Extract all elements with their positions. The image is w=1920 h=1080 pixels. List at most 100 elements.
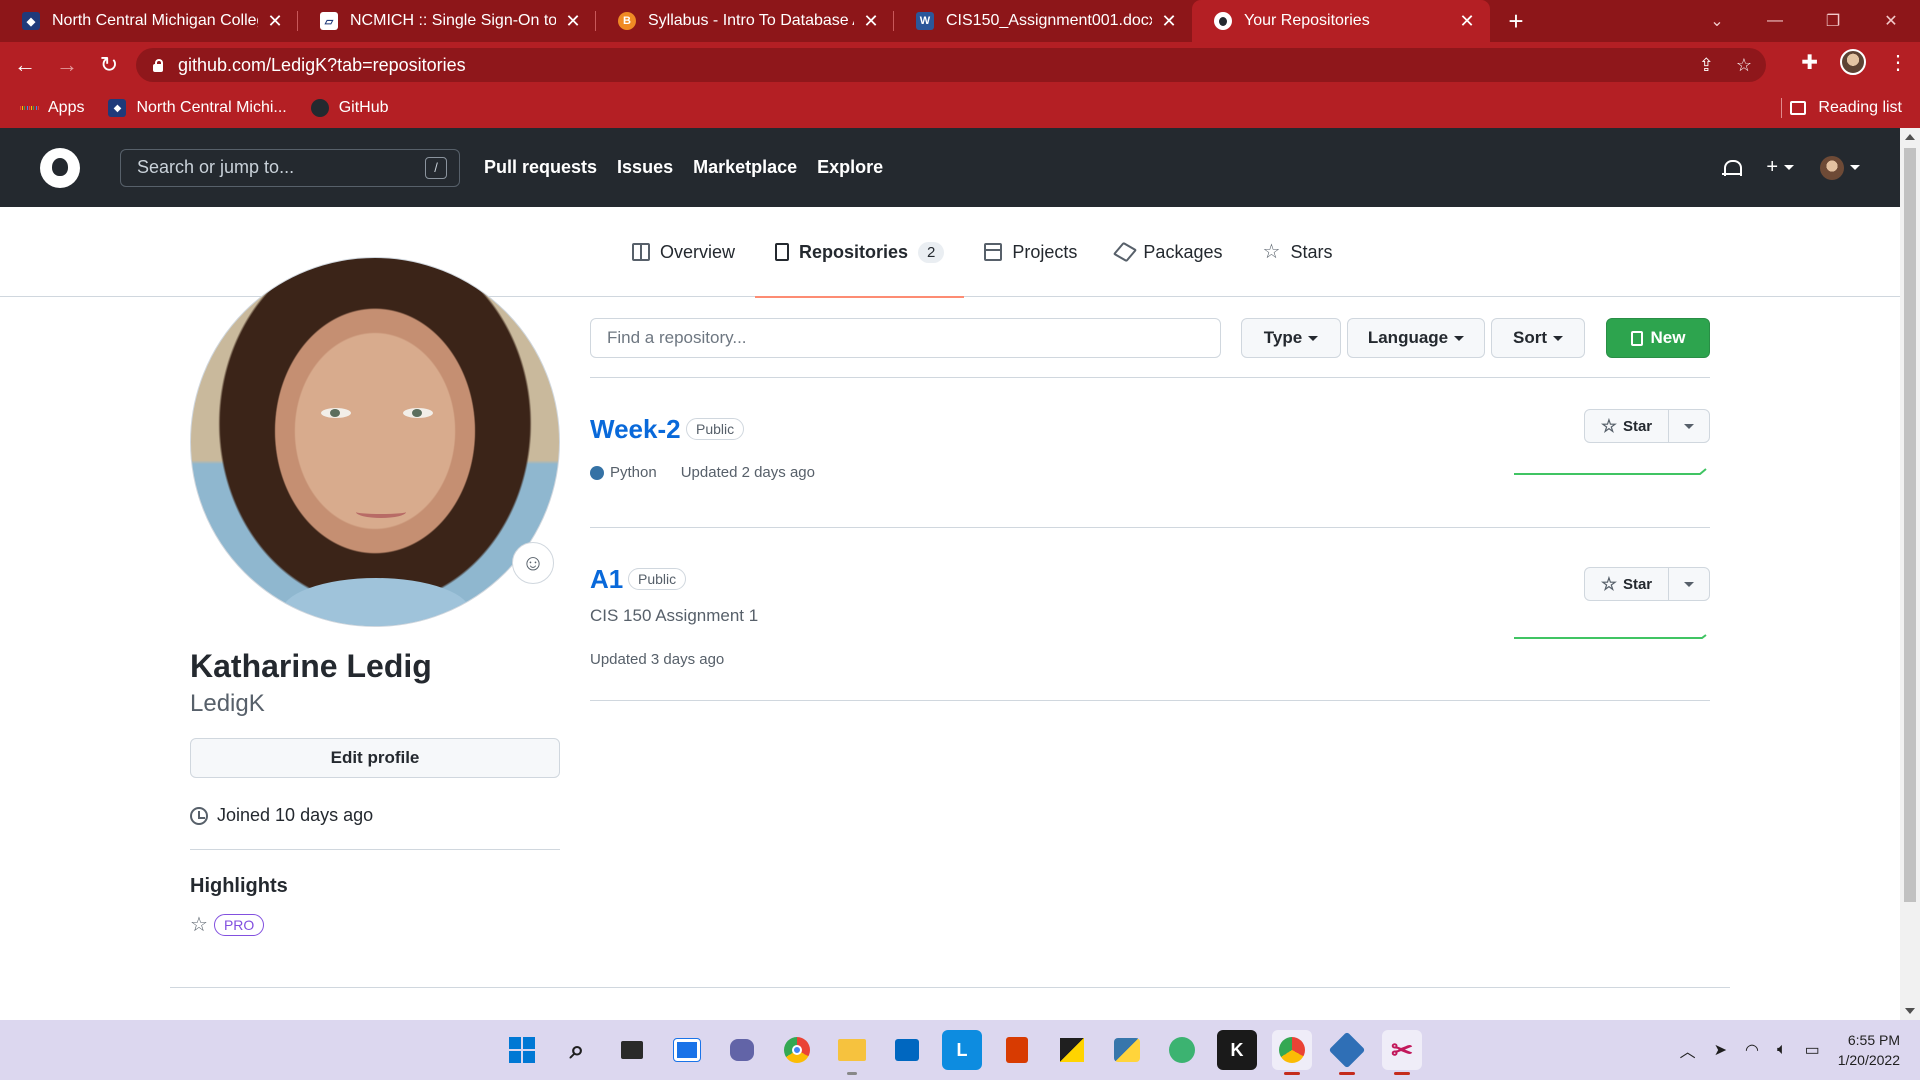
close-tab-icon[interactable]: ✕ [1458,11,1476,32]
global-search-input[interactable]: Search or jump to... / [120,148,460,187]
bitcoin-icon: B [618,12,636,30]
browser-tab[interactable]: B Syllabus - Intro To Database Adm ✕ [596,0,894,42]
atom-icon[interactable] [1162,1030,1202,1070]
sidebar-divider [190,849,560,850]
tab-search-icon[interactable]: ⌄ [1688,0,1746,42]
repo-icon [1630,330,1643,346]
location-arrow-icon[interactable]: ➤ [1714,1040,1727,1060]
address-bar[interactable]: github.com/LedigK?tab=repositories ⇪ ☆ [136,48,1766,82]
browser-tab[interactable]: W CIS150_Assignment001.docx - M ✕ [894,0,1192,42]
minimize-icon[interactable]: — [1746,0,1804,42]
nav-pull-requests[interactable]: Pull requests [484,157,597,178]
task-view-icon[interactable] [612,1030,652,1070]
repo-link-week-2[interactable]: Week-2 [590,414,681,445]
avatar [1820,155,1844,180]
windows-logo [509,1037,535,1063]
tab-projects[interactable]: Projects [964,207,1097,297]
restore-icon[interactable]: ❐ [1804,0,1862,42]
scroll-down-arrow-icon[interactable] [1905,1008,1915,1014]
highlights-heading: Highlights [190,875,288,897]
nav-explore[interactable]: Explore [817,157,883,178]
close-tab-icon[interactable]: ✕ [1160,11,1178,32]
notifications-bell-icon[interactable] [1722,158,1743,178]
snipping-tool-icon[interactable]: ✂ [1382,1030,1422,1075]
tab-repositories[interactable]: Repositories 2 [755,207,965,298]
battery-icon[interactable]: ▭ [1805,1040,1820,1060]
tab-title: North Central Michigan College | [52,12,258,29]
new-repository-button[interactable]: New [1606,318,1710,358]
set-status-smiley-icon[interactable]: ☺ [512,542,554,584]
python-icon[interactable] [1107,1030,1147,1070]
browser-tab[interactable]: ◆ North Central Michigan College | ✕ [0,0,298,42]
share-icon[interactable]: ⇪ [1699,55,1714,76]
star-button[interactable]: ☆ Star [1585,568,1669,600]
file-explorer-icon[interactable] [832,1030,872,1075]
bookmark-github[interactable]: GitHub [310,99,389,117]
reading-list-button[interactable]: Reading list [1790,88,1902,128]
virtualbox-icon[interactable] [1327,1030,1367,1075]
chevron-up-icon[interactable]: ︿ [1680,1038,1696,1062]
new-tab-button[interactable]: + [1496,0,1536,42]
bookmark-apps[interactable]: Apps [20,99,84,117]
star-icon: ☆ [1262,241,1281,263]
microsoft-store-icon[interactable] [887,1030,927,1070]
speaker-icon[interactable]: 🔈︎ [1777,1041,1787,1059]
wifi-icon[interactable]: ◠ [1745,1040,1759,1060]
type-filter-button[interactable]: Type [1241,318,1341,358]
filter-label: Type [1263,328,1303,347]
close-tab-icon[interactable]: ✕ [266,11,284,32]
search-icon[interactable]: ⌕ [557,1030,597,1070]
tab-stars[interactable]: ☆ Stars [1242,207,1352,297]
more-menu-icon[interactable]: ⋮ [1888,50,1908,75]
reading-list-label: Reading list [1818,99,1902,116]
widgets-icon[interactable] [667,1030,707,1070]
edit-profile-button[interactable]: Edit profile [190,738,560,778]
extensions-puzzle-icon[interactable]: ✚ [1801,50,1818,75]
page-scrollbar[interactable] [1900,128,1920,1020]
scrollbar-thumb[interactable] [1904,148,1916,902]
l-app-icon[interactable]: L [942,1030,982,1070]
windows-start-icon[interactable] [502,1030,542,1070]
chrome-profile-icon[interactable] [1272,1030,1312,1075]
browser-tab[interactable]: ▱ NCMICH :: Single Sign-On to all y ✕ [298,0,596,42]
language-filter-button[interactable]: Language [1347,318,1485,358]
profile-avatar[interactable] [1840,49,1866,75]
tab-overview[interactable]: Overview [612,207,755,297]
create-new-dropdown[interactable]: + [1766,156,1794,179]
filter-label: Language [1367,328,1449,347]
taskbar-clock[interactable]: 6:55 PM 1/20/2022 [1838,1030,1900,1070]
find-repository-input[interactable] [590,318,1221,358]
word-icon: W [916,12,934,30]
nav-marketplace[interactable]: Marketplace [693,157,797,178]
header-actions: + [1722,128,1860,207]
star-list-dropdown[interactable] [1669,410,1709,442]
scroll-up-arrow-icon[interactable] [1905,134,1915,140]
lock-icon[interactable] [152,59,164,72]
browser-tab-active[interactable]: Your Repositories ✕ [1192,0,1490,42]
close-tab-icon[interactable]: ✕ [564,11,582,32]
sticky-notes-icon[interactable] [1052,1030,1092,1070]
close-tab-icon[interactable]: ✕ [862,11,880,32]
profile-avatar-large[interactable] [190,257,560,627]
forward-icon[interactable]: → [50,48,84,82]
k-app-icon[interactable]: K [1217,1030,1257,1070]
office-icon[interactable] [997,1030,1037,1070]
bookmark-college[interactable]: ◆ North Central Michi... [108,99,287,117]
star-list-dropdown[interactable] [1669,568,1709,600]
repo-link-a1[interactable]: A1 [590,564,623,595]
tab-packages[interactable]: Packages [1097,207,1242,297]
pro-badge[interactable]: PRO [213,913,265,936]
star-button[interactable]: ☆ Star [1585,410,1669,442]
teams-chat-icon[interactable] [722,1030,762,1070]
nav-issues[interactable]: Issues [617,157,673,178]
close-window-icon[interactable]: ✕ [1862,0,1920,42]
github-logo-icon[interactable] [40,147,80,188]
user-menu-dropdown[interactable] [1820,155,1860,180]
bookmark-star-icon[interactable]: ☆ [1736,55,1752,76]
profile-username: LedigK [190,690,265,717]
chrome-icon[interactable] [777,1030,817,1070]
back-icon[interactable]: ← [8,48,42,82]
tab-label: Repositories [799,241,909,262]
reload-icon[interactable]: ↻ [92,48,126,82]
sort-filter-button[interactable]: Sort [1491,318,1585,358]
